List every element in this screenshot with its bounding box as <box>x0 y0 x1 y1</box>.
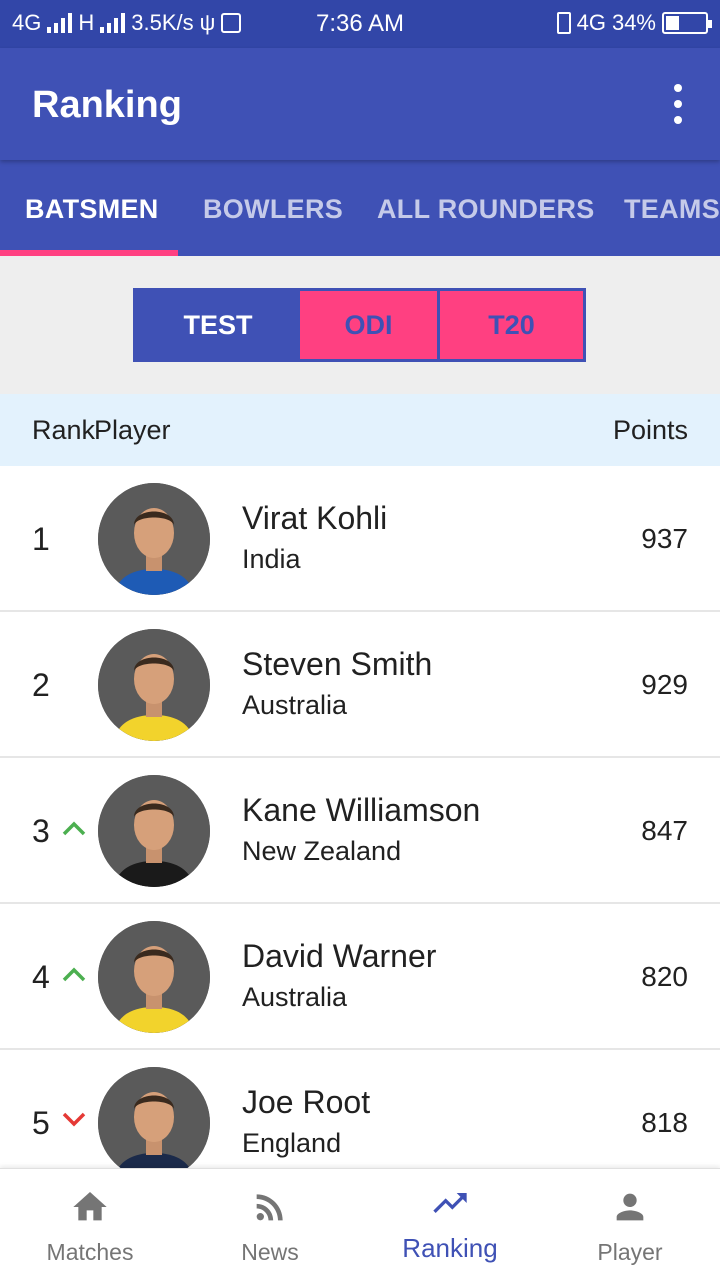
player-name: Joe Root <box>242 1084 371 1120</box>
format-test-button[interactable]: TEST <box>136 291 300 359</box>
format-t20-button[interactable]: T20 <box>440 291 583 359</box>
player-country: Australia <box>242 690 348 720</box>
player-points: 820 <box>641 961 688 992</box>
more-vert-icon[interactable] <box>666 84 690 124</box>
ranking-list[interactable]: 1 Virat Kohli India 937 2 Steven Smith Austral… <box>0 466 720 1168</box>
player-points: 847 <box>641 815 688 846</box>
trending-up-icon <box>433 1193 467 1213</box>
trend-down-icon <box>62 1112 86 1127</box>
tab-bar: BATSMEN BOWLERS ALL ROUNDERS TEAMS <box>0 160 720 256</box>
player-avatar <box>98 483 210 595</box>
player-name: Steven Smith <box>242 646 433 682</box>
nav-player-label: Player <box>597 1239 663 1265</box>
player-avatar <box>98 921 210 1033</box>
format-selector-area: TEST ODI T20 <box>0 256 720 394</box>
player-row[interactable]: 2 Steven Smith Australia 929 <box>0 612 720 758</box>
player-country: India <box>242 544 301 574</box>
app-bar: Ranking <box>0 48 720 160</box>
format-segmented-control: TEST ODI T20 <box>133 288 586 362</box>
player-rank: 5 <box>32 1105 50 1141</box>
nav-ranking[interactable]: Ranking <box>360 1169 540 1280</box>
player-rank: 3 <box>32 813 50 849</box>
trend-up-icon <box>62 967 86 982</box>
nav-matches-label: Matches <box>46 1239 134 1265</box>
table-header: Rank Player Points <box>0 394 720 466</box>
player-row[interactable]: 3 Kane Williamson New Zealand 847 <box>0 758 720 904</box>
player-country: Australia <box>242 982 348 1012</box>
player-name: Kane Williamson <box>242 792 481 828</box>
network-type-right: 4G <box>576 10 606 35</box>
nav-matches[interactable]: Matches <box>0 1169 180 1280</box>
player-row[interactable]: 4 David Warner Australia 820 <box>0 904 720 1050</box>
home-icon <box>73 1192 107 1221</box>
person-icon <box>616 1193 644 1221</box>
battery-percent: 34% <box>611 10 656 35</box>
tab-all-rounders[interactable]: ALL ROUNDERS <box>377 160 595 256</box>
player-row[interactable]: 5 Joe Root England 818 <box>0 1050 720 1168</box>
format-odi-button[interactable]: ODI <box>300 291 437 359</box>
header-points: Points <box>612 415 688 445</box>
page-title: Ranking <box>32 84 182 126</box>
player-country: England <box>242 1128 342 1158</box>
vibrate-icon <box>556 12 571 34</box>
player-name: David Warner <box>242 938 437 974</box>
nav-news[interactable]: News <box>180 1169 360 1280</box>
player-name: Virat Kohli <box>242 500 388 536</box>
player-rank: 4 <box>32 959 50 995</box>
player-rank: 1 <box>32 521 50 557</box>
player-rank: 2 <box>32 667 50 703</box>
player-points: 818 <box>641 1107 688 1138</box>
tab-bowlers[interactable]: BOWLERS <box>203 160 343 256</box>
rss-feed-icon <box>256 1194 283 1221</box>
status-bar: 4G H 3.5K/s ψ 7:36 AM 4G 34% <box>0 0 720 48</box>
player-points: 929 <box>641 669 688 700</box>
nav-ranking-label: Ranking <box>402 1233 498 1263</box>
player-row[interactable]: 1 Virat Kohli India 937 <box>0 466 720 612</box>
tab-teams[interactable]: TEAMS <box>624 160 720 256</box>
bottom-navigation: Matches News Ranking Player <box>0 1168 720 1280</box>
player-avatar <box>98 775 210 887</box>
status-right: 4G 34% <box>556 10 712 36</box>
tab-batsmen[interactable]: BATSMEN <box>25 160 159 256</box>
header-rank: Rank <box>32 415 96 445</box>
nav-player[interactable]: Player <box>540 1169 720 1280</box>
player-country: New Zealand <box>242 836 402 866</box>
nav-news-label: News <box>241 1239 299 1265</box>
player-avatar <box>98 1067 210 1168</box>
player-points: 937 <box>641 523 688 554</box>
battery-icon <box>662 12 712 34</box>
player-avatar <box>98 629 210 741</box>
trend-up-icon <box>62 821 86 836</box>
header-player: Player <box>94 415 171 445</box>
